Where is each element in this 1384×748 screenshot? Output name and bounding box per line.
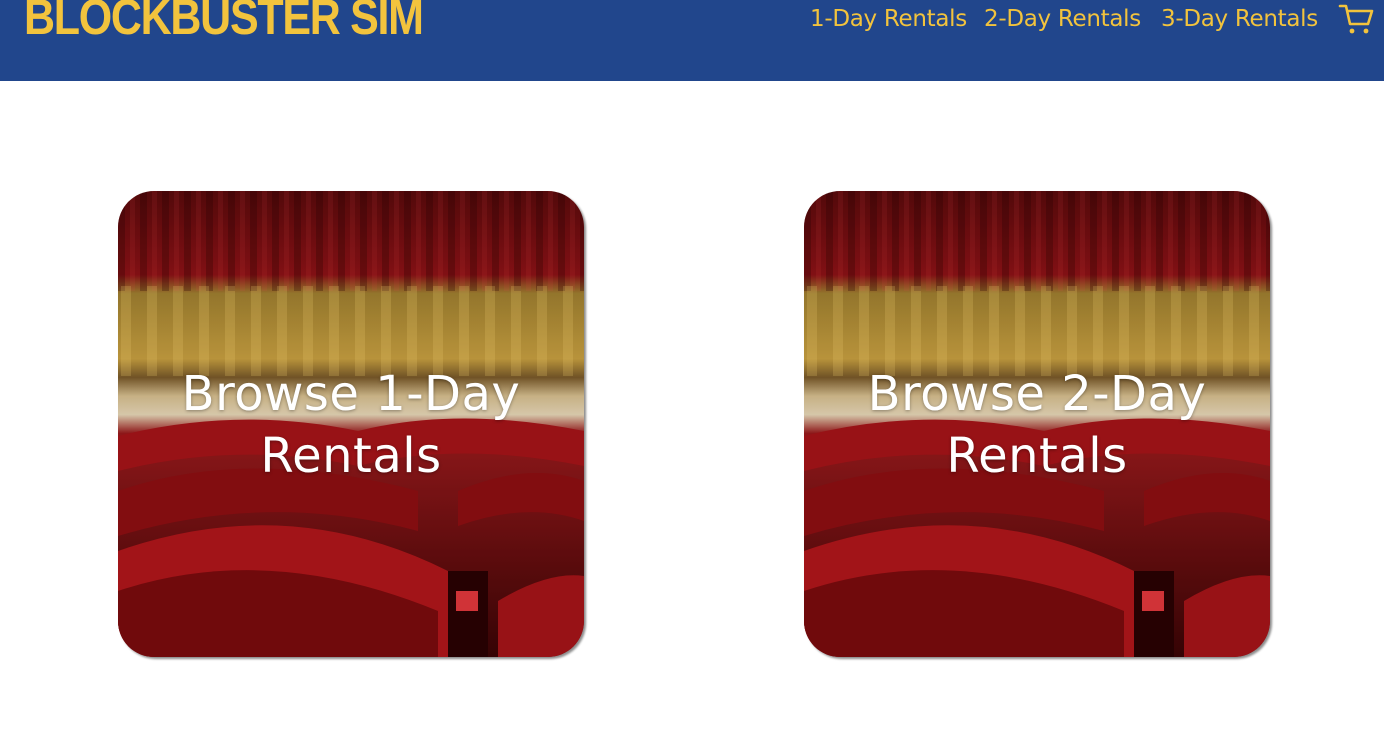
card-label: Browse 2-Day Rentals bbox=[804, 363, 1270, 487]
nav-link-2-day-rentals[interactable]: 2-Day Rentals bbox=[984, 0, 1141, 38]
nav-link-1-day-rentals[interactable]: 1-Day Rentals bbox=[810, 0, 967, 38]
site-header: BLOCKBUSTER SIM 1-Day Rentals 2-Day Rent… bbox=[0, 0, 1384, 81]
card-title-line-1: Browse 2-Day bbox=[867, 366, 1207, 422]
nav-link-3-day-rentals[interactable]: 3-Day Rentals bbox=[1161, 0, 1318, 38]
card-label: Browse 1-Day Rentals bbox=[118, 363, 584, 487]
card-title-line-2: Rentals bbox=[260, 428, 442, 484]
browse-2-day-rentals-card[interactable]: Browse 2-Day Rentals bbox=[804, 191, 1270, 657]
browse-1-day-rentals-card[interactable]: Browse 1-Day Rentals bbox=[118, 191, 584, 657]
card-title-line-2: Rentals bbox=[946, 428, 1128, 484]
shopping-cart-icon[interactable] bbox=[1338, 2, 1374, 36]
card-title-line-1: Browse 1-Day bbox=[181, 366, 521, 422]
brand-logo[interactable]: BLOCKBUSTER SIM bbox=[24, 0, 424, 46]
